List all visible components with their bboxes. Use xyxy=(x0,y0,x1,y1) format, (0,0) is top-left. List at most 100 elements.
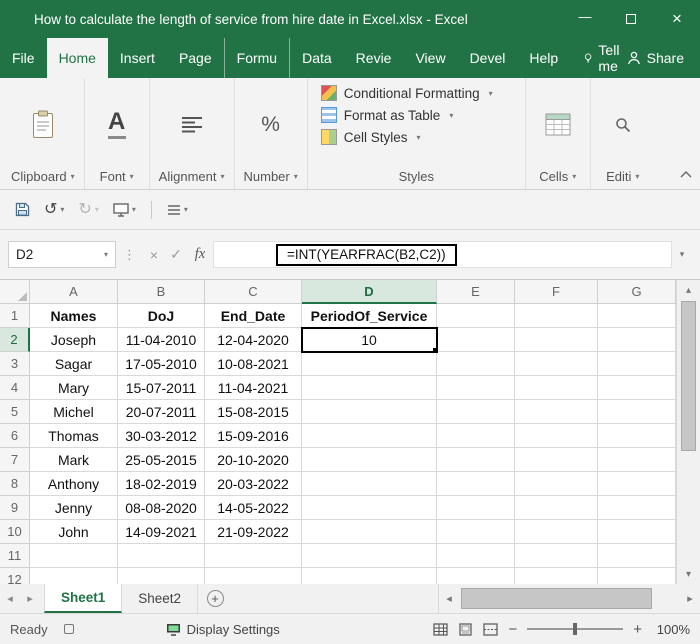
zoom-slider[interactable] xyxy=(527,621,624,637)
cell-g8[interactable] xyxy=(598,472,676,496)
cell-b8[interactable]: 18-02-2019 xyxy=(118,472,205,496)
cell-e4[interactable] xyxy=(437,376,515,400)
cell-f4[interactable] xyxy=(515,376,598,400)
zoom-level[interactable]: 100% xyxy=(652,622,690,637)
row-header-1[interactable]: 1 xyxy=(0,304,30,328)
cell-b9[interactable]: 08-08-2020 xyxy=(118,496,205,520)
cell-d7[interactable] xyxy=(302,448,437,472)
minimize-button[interactable]: — xyxy=(562,0,608,38)
cell-a11[interactable] xyxy=(30,544,118,568)
cell-c6[interactable]: 15-09-2016 xyxy=(205,424,302,448)
cell-b6[interactable]: 30-03-2012 xyxy=(118,424,205,448)
cell-c8[interactable]: 20-03-2022 xyxy=(205,472,302,496)
cell-c9[interactable]: 14-05-2022 xyxy=(205,496,302,520)
cell-f6[interactable] xyxy=(515,424,598,448)
cell-g9[interactable] xyxy=(598,496,676,520)
zoom-out-button[interactable]: − xyxy=(508,621,517,638)
redo-button[interactable]: ↻ ▾ xyxy=(73,199,103,221)
cell-a2[interactable]: Joseph xyxy=(30,328,118,352)
cell-g12[interactable] xyxy=(598,568,676,584)
row-header-11[interactable]: 11 xyxy=(0,544,30,568)
cell-b1[interactable]: DoJ xyxy=(118,304,205,328)
column-header-e[interactable]: E xyxy=(437,280,515,304)
cell-g6[interactable] xyxy=(598,424,676,448)
cells-button[interactable] xyxy=(535,84,581,165)
cell-d8[interactable] xyxy=(302,472,437,496)
column-header-g[interactable]: G xyxy=(598,280,676,304)
column-header-c[interactable]: C xyxy=(205,280,302,304)
paste-button[interactable] xyxy=(20,84,66,165)
cell-a12[interactable] xyxy=(30,568,118,584)
cell-f3[interactable] xyxy=(515,352,598,376)
cell-e8[interactable] xyxy=(437,472,515,496)
cell-b5[interactable]: 20-07-2011 xyxy=(118,400,205,424)
tab-home[interactable]: Home xyxy=(46,38,108,78)
cell-g7[interactable] xyxy=(598,448,676,472)
save-button[interactable] xyxy=(10,199,35,220)
row-header-2[interactable]: 2 xyxy=(0,328,30,352)
cell-b11[interactable] xyxy=(118,544,205,568)
customize-qat-button[interactable]: ▾ xyxy=(162,201,193,219)
cell-b4[interactable]: 15-07-2011 xyxy=(118,376,205,400)
cell-g3[interactable] xyxy=(598,352,676,376)
name-box[interactable]: D2 ▾ xyxy=(8,241,116,268)
cell-d6[interactable] xyxy=(302,424,437,448)
cell-g11[interactable] xyxy=(598,544,676,568)
scroll-up-button[interactable]: ▴ xyxy=(677,280,700,300)
new-sheet-button[interactable]: + xyxy=(198,584,232,613)
sheet-nav-next-button[interactable]: ▸ xyxy=(20,584,40,613)
cell-g10[interactable] xyxy=(598,520,676,544)
column-header-b[interactable]: B xyxy=(118,280,205,304)
tab-view[interactable]: View xyxy=(403,38,457,78)
insert-function-icon[interactable]: fx xyxy=(187,246,213,263)
cell-c2[interactable]: 12-04-2020 xyxy=(205,328,302,352)
tab-page[interactable]: Page xyxy=(167,38,225,78)
cell-a5[interactable]: Michel xyxy=(30,400,118,424)
cells-group-button[interactable]: Cells ▾ xyxy=(539,165,576,187)
undo-button[interactable]: ↺ ▾ xyxy=(39,199,69,221)
cell-d11[interactable] xyxy=(302,544,437,568)
cell-a3[interactable]: Sagar xyxy=(30,352,118,376)
tab-data[interactable]: Data xyxy=(290,38,344,78)
cell-e11[interactable] xyxy=(437,544,515,568)
cell-a8[interactable]: Anthony xyxy=(30,472,118,496)
tab-revie[interactable]: Revie xyxy=(344,38,404,78)
cell-e2[interactable] xyxy=(437,328,515,352)
column-header-f[interactable]: F xyxy=(515,280,598,304)
cancel-icon[interactable]: × xyxy=(143,247,165,263)
row-header-7[interactable]: 7 xyxy=(0,448,30,472)
cell-c3[interactable]: 10-08-2021 xyxy=(205,352,302,376)
sheet-tab-sheet1[interactable]: Sheet1 xyxy=(44,584,123,613)
row-header-10[interactable]: 10 xyxy=(0,520,30,544)
cell-b12[interactable] xyxy=(118,568,205,584)
zoom-slider-thumb[interactable] xyxy=(573,623,578,635)
cell-a7[interactable]: Mark xyxy=(30,448,118,472)
select-all-button[interactable] xyxy=(0,280,30,304)
column-header-a[interactable]: A xyxy=(30,280,118,304)
horizontal-scrollbar[interactable]: ◂ ▸ xyxy=(438,584,700,613)
cell-f9[interactable] xyxy=(515,496,598,520)
cell-d3[interactable] xyxy=(302,352,437,376)
cell-b7[interactable]: 25-05-2015 xyxy=(118,448,205,472)
styles-item-2[interactable]: Cell Styles ▾ xyxy=(317,127,516,147)
cell-d9[interactable] xyxy=(302,496,437,520)
styles-item-0[interactable]: Conditional Formatting ▾ xyxy=(317,83,516,103)
cell-g2[interactable] xyxy=(598,328,676,352)
vertical-scroll-thumb[interactable] xyxy=(681,301,696,451)
styles-item-1[interactable]: Format as Table ▾ xyxy=(317,105,516,125)
cell-a1[interactable]: Names xyxy=(30,304,118,328)
cell-e12[interactable] xyxy=(437,568,515,584)
tell-me-button[interactable]: Tell me xyxy=(584,38,626,78)
row-header-6[interactable]: 6 xyxy=(0,424,30,448)
cell-g1[interactable] xyxy=(598,304,676,328)
cell-d2[interactable]: 10 xyxy=(301,327,438,353)
cell-f12[interactable] xyxy=(515,568,598,584)
font-button[interactable]: A xyxy=(94,84,140,165)
scroll-right-button[interactable]: ▸ xyxy=(680,592,700,605)
cell-a6[interactable]: Thomas xyxy=(30,424,118,448)
cell-e1[interactable] xyxy=(437,304,515,328)
tab-formu[interactable]: Formu xyxy=(225,38,291,78)
font-group-button[interactable]: Font ▾ xyxy=(100,165,134,187)
tab-help[interactable]: Help xyxy=(517,38,570,78)
cell-a4[interactable]: Mary xyxy=(30,376,118,400)
